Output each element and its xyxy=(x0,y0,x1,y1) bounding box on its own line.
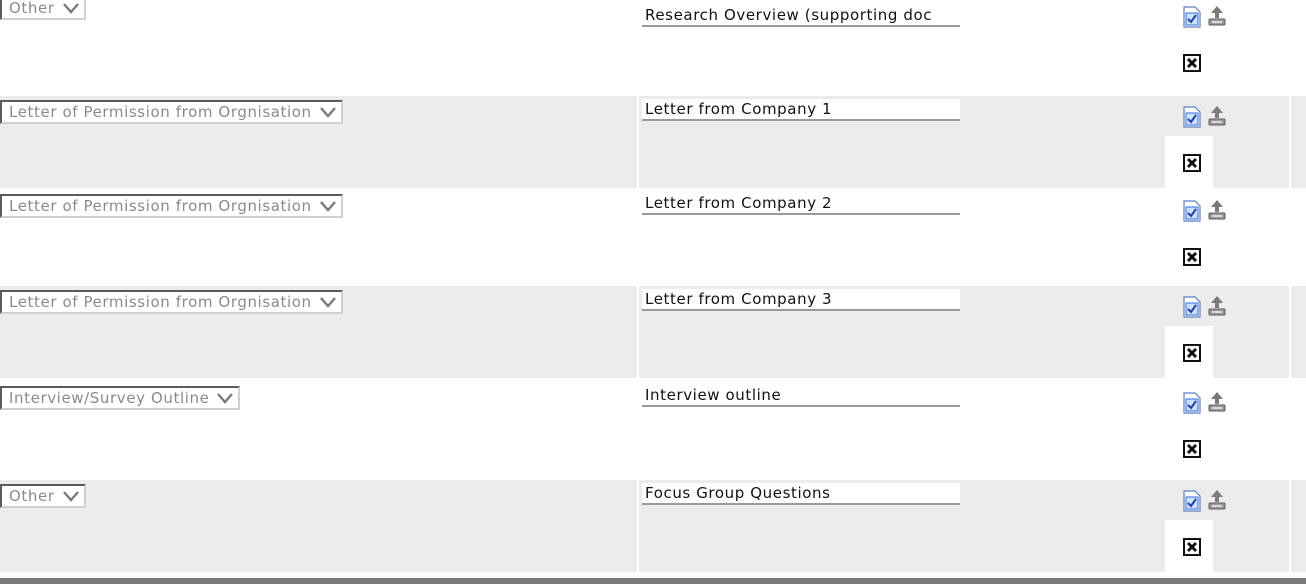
description-input[interactable]: Research Overview (supporting doc xyxy=(642,5,960,27)
document-type-select[interactable]: Other xyxy=(0,484,86,508)
document-type-select[interactable]: Letter of Permission from Orgnisation xyxy=(0,100,343,124)
edit-icon[interactable] xyxy=(1182,106,1202,128)
actions-cell xyxy=(1165,0,1226,88)
document-type-value: Interview/Survey Outline xyxy=(9,389,210,407)
actions-cell xyxy=(1165,190,1226,282)
delete-icon[interactable] xyxy=(1182,152,1202,174)
description-input[interactable]: Letter from Company 3 xyxy=(642,289,960,311)
edit-icon[interactable] xyxy=(1182,6,1202,28)
document-type-value: Letter of Permission from Orgnisation xyxy=(9,197,312,215)
upload-icon[interactable] xyxy=(1207,199,1227,221)
document-row: Interview/Survey Outline Interview outli… xyxy=(0,382,1306,474)
description-input[interactable]: Interview outline xyxy=(642,385,960,407)
delete-icon[interactable] xyxy=(1182,52,1202,74)
actions-cell xyxy=(1165,96,1226,188)
document-type-select[interactable]: Interview/Survey Outline xyxy=(0,386,241,410)
type-cell: Interview/Survey Outline xyxy=(0,382,241,410)
document-type-value: Letter of Permission from Orgnisation xyxy=(9,293,312,311)
upload-icon[interactable] xyxy=(1207,105,1227,127)
document-type-value: Other xyxy=(9,0,55,17)
description-input[interactable]: Focus Group Questions xyxy=(642,483,960,505)
document-row: Letter of Permission from Orgnisation Le… xyxy=(0,96,1306,188)
document-row: Other Research Overview (supporting doc xyxy=(0,0,1306,88)
document-type-value: Other xyxy=(9,487,55,505)
delete-icon[interactable] xyxy=(1182,536,1202,558)
type-cell: Letter of Permission from Orgnisation xyxy=(0,286,343,314)
description-input[interactable]: Letter from Company 2 xyxy=(642,193,960,215)
upload-icon[interactable] xyxy=(1207,391,1227,413)
type-cell: Letter of Permission from Orgnisation xyxy=(0,190,343,218)
description-input[interactable]: Letter from Company 1 xyxy=(642,99,960,121)
chevron-down-icon xyxy=(319,201,336,212)
upload-icon[interactable] xyxy=(1207,295,1227,317)
actions-cell xyxy=(1165,286,1226,378)
upload-icon[interactable] xyxy=(1207,489,1227,511)
bottom-divider xyxy=(0,578,1306,584)
type-cell: Other xyxy=(0,0,86,20)
document-type-select[interactable]: Other xyxy=(0,0,86,20)
chevron-down-icon xyxy=(62,3,79,14)
document-row: Letter of Permission from Orgnisation Le… xyxy=(0,190,1306,282)
actions-cell xyxy=(1165,382,1226,474)
chevron-down-icon xyxy=(319,107,336,118)
document-type-value: Letter of Permission from Orgnisation xyxy=(9,103,312,121)
edit-icon[interactable] xyxy=(1182,392,1202,414)
delete-icon[interactable] xyxy=(1182,246,1202,268)
type-cell: Letter of Permission from Orgnisation xyxy=(0,96,343,124)
document-type-select[interactable]: Letter of Permission from Orgnisation xyxy=(0,290,343,314)
document-row: Letter of Permission from Orgnisation Le… xyxy=(0,286,1306,378)
delete-icon[interactable] xyxy=(1182,438,1202,460)
edit-icon[interactable] xyxy=(1182,200,1202,222)
delete-icon[interactable] xyxy=(1182,342,1202,364)
edit-icon[interactable] xyxy=(1182,490,1202,512)
document-row: Other Focus Group Questions xyxy=(0,480,1306,572)
actions-cell xyxy=(1165,480,1226,572)
chevron-down-icon xyxy=(217,393,234,404)
upload-icon[interactable] xyxy=(1207,5,1227,27)
chevron-down-icon xyxy=(319,297,336,308)
type-cell: Other xyxy=(0,480,86,508)
document-type-select[interactable]: Letter of Permission from Orgnisation xyxy=(0,194,343,218)
chevron-down-icon xyxy=(62,491,79,502)
edit-icon[interactable] xyxy=(1182,296,1202,318)
